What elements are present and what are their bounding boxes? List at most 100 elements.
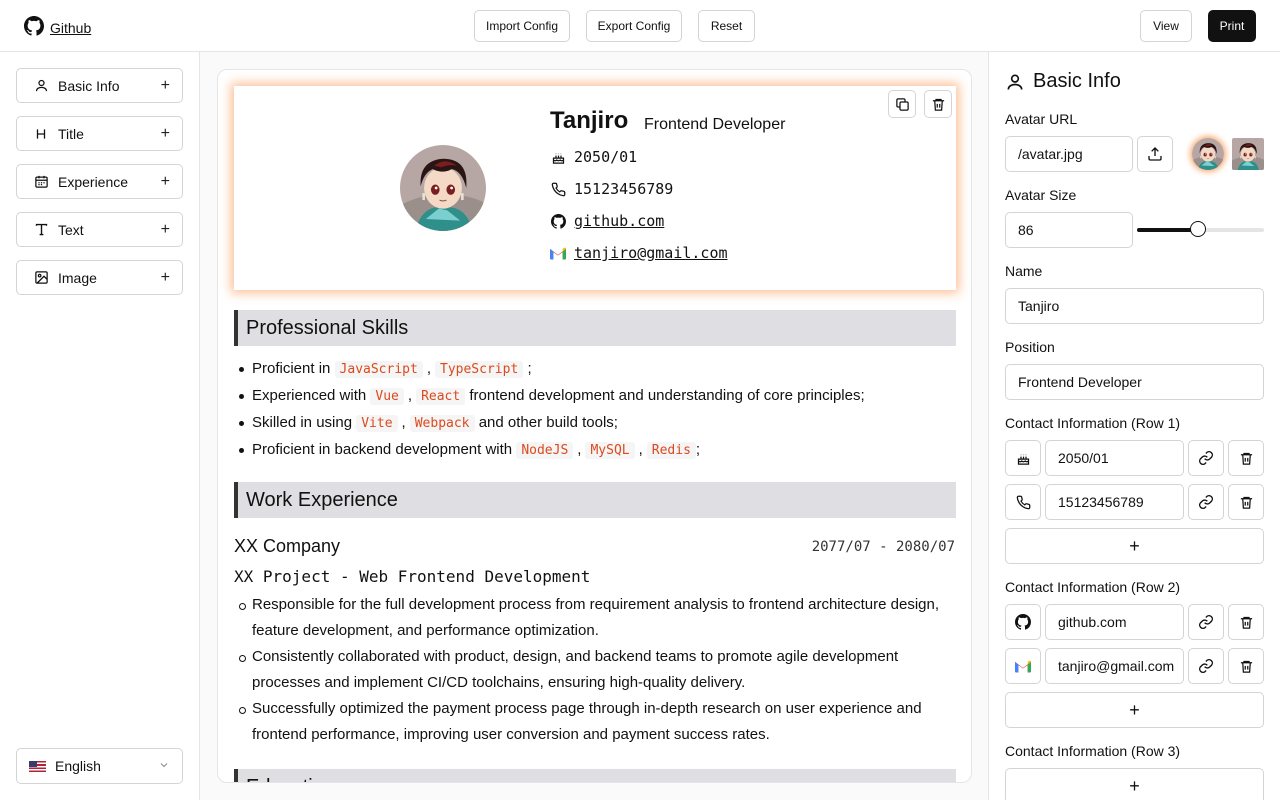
trash-icon	[1240, 452, 1252, 465]
skill-text: Proficient in backend development with	[252, 441, 513, 458]
module-basic-info[interactable]: Basic Info +	[16, 68, 183, 103]
avatar-size-slider[interactable]	[1137, 221, 1264, 237]
language-select[interactable]: English	[16, 748, 183, 784]
link-button[interactable]	[1188, 648, 1224, 684]
cake-icon	[550, 149, 566, 165]
link-button[interactable]	[1188, 440, 1224, 476]
properties-panel: Basic Info Avatar URL /avatar.jpg Avatar…	[988, 52, 1280, 800]
avatar-url-label: Avatar URL	[1005, 111, 1078, 127]
icon-picker-button[interactable]	[1005, 484, 1041, 520]
user-icon	[1007, 74, 1023, 90]
add-icon[interactable]: +	[161, 221, 170, 238]
skill-tag: Vue	[370, 388, 404, 405]
contact-github: github.com	[550, 212, 664, 230]
slider-handle[interactable]	[1189, 221, 1206, 237]
avatar-option-selected[interactable]	[1192, 138, 1224, 170]
panel-title: Basic Info	[1033, 70, 1121, 92]
github-icon	[24, 16, 45, 39]
name-input[interactable]: Tanjiro	[1005, 288, 1264, 324]
export-config-button[interactable]: Export Config	[586, 10, 682, 42]
icon-picker-button[interactable]	[1005, 648, 1041, 684]
slider-fill	[1137, 228, 1198, 232]
list-item: Proficient in backend development with N…	[239, 437, 865, 464]
project-title: XX Project - Web Frontend Development	[234, 567, 591, 586]
position-label: Position	[1005, 339, 1055, 355]
duplicate-button[interactable]	[888, 90, 916, 118]
avatar-size-input[interactable]: 86	[1005, 212, 1133, 248]
separator: ,	[426, 360, 431, 377]
contact-row1-label: Contact Information (Row 1)	[1005, 415, 1181, 431]
delete-contact-button[interactable]	[1228, 484, 1264, 520]
module-experience[interactable]: Experience +	[16, 164, 183, 199]
add-icon[interactable]: +	[161, 173, 170, 190]
list-item: Consistently collaborated with product, …	[239, 644, 960, 696]
add-icon[interactable]: +	[161, 77, 170, 94]
icon-picker-button[interactable]	[1005, 604, 1041, 640]
link-icon	[1199, 615, 1213, 629]
view-button[interactable]: View	[1140, 10, 1192, 42]
contact-value-input[interactable]: 2050/01	[1045, 440, 1184, 476]
panel-header: Basic Info	[1005, 70, 1121, 93]
avatar-option[interactable]	[1232, 138, 1264, 170]
cake-icon	[1017, 454, 1029, 465]
delete-contact-button[interactable]	[1228, 604, 1264, 640]
upload-button[interactable]	[1137, 136, 1173, 172]
duties-list: Responsible for the full development pro…	[239, 592, 960, 748]
module-image[interactable]: Image +	[16, 260, 183, 295]
delete-contact-button[interactable]	[1228, 648, 1264, 684]
link-button[interactable]	[1188, 604, 1224, 640]
phone-icon	[1016, 495, 1030, 509]
profile-name: Tanjiro	[550, 107, 629, 134]
list-item: Skilled in using Vite, Webpack and other …	[239, 410, 865, 437]
module-label: Basic Info	[58, 77, 120, 94]
upload-icon	[1148, 147, 1162, 161]
skill-text: frontend development and understanding o…	[469, 387, 865, 404]
trash-icon	[1240, 660, 1252, 673]
position-input[interactable]: Frontend Developer	[1005, 364, 1264, 400]
icon-picker-button[interactable]	[1005, 440, 1041, 476]
import-config-button[interactable]: Import Config	[474, 10, 570, 42]
delete-contact-button[interactable]	[1228, 440, 1264, 476]
contact-github-link[interactable]: github.com	[574, 212, 664, 230]
delete-block-button[interactable]	[924, 90, 952, 118]
print-button[interactable]: Print	[1208, 10, 1256, 42]
gmail-icon	[550, 245, 566, 261]
avatar	[400, 145, 486, 231]
add-contact-row3-button[interactable]: +	[1005, 768, 1264, 800]
skill-text: Experienced with	[252, 387, 367, 404]
add-contact-row1-button[interactable]: +	[1005, 528, 1264, 564]
contact-value-input[interactable]: tanjiro@gmail.com	[1045, 648, 1184, 684]
link-button[interactable]	[1188, 484, 1224, 520]
add-icon[interactable]: +	[161, 269, 170, 286]
contact-value-input[interactable]: 15123456789	[1045, 484, 1184, 520]
add-contact-row2-button[interactable]: +	[1005, 692, 1264, 728]
profile-block[interactable]: Tanjiro Frontend Developer 2050/01 15123…	[234, 86, 956, 290]
reset-button[interactable]: Reset	[698, 10, 755, 42]
module-label: Title	[58, 125, 84, 142]
github-link[interactable]: Github	[24, 16, 91, 39]
section-title-skills[interactable]: Professional Skills	[234, 310, 956, 346]
section-title-education[interactable]: Education	[234, 769, 956, 782]
module-label: Text	[58, 221, 84, 238]
add-icon[interactable]: +	[161, 125, 170, 142]
resume-canvas: Tanjiro Frontend Developer 2050/01 15123…	[217, 69, 972, 783]
module-label: Image	[58, 269, 97, 286]
skill-text: ;	[527, 360, 532, 377]
chevron-down-icon	[158, 759, 170, 774]
top-bar: Github Import Config Export Config Reset…	[0, 0, 1280, 52]
github-link-label: Github	[50, 19, 92, 36]
link-icon	[1199, 659, 1213, 673]
avatar-url-input[interactable]: /avatar.jpg	[1005, 136, 1133, 172]
skill-tag: JavaScript	[334, 361, 423, 378]
contact-value-input[interactable]: github.com	[1045, 604, 1184, 640]
trash-icon	[1240, 616, 1252, 629]
section-title-work[interactable]: Work Experience	[234, 482, 956, 518]
module-text[interactable]: Text +	[16, 212, 183, 247]
module-label: Experience	[58, 173, 129, 190]
module-title[interactable]: Title +	[16, 116, 183, 151]
company-name: XX Company	[234, 536, 341, 556]
name-label: Name	[1005, 263, 1043, 279]
us-flag-icon	[29, 760, 46, 772]
separator: ,	[407, 387, 413, 404]
contact-email-link[interactable]: tanjiro@gmail.com	[574, 244, 728, 262]
